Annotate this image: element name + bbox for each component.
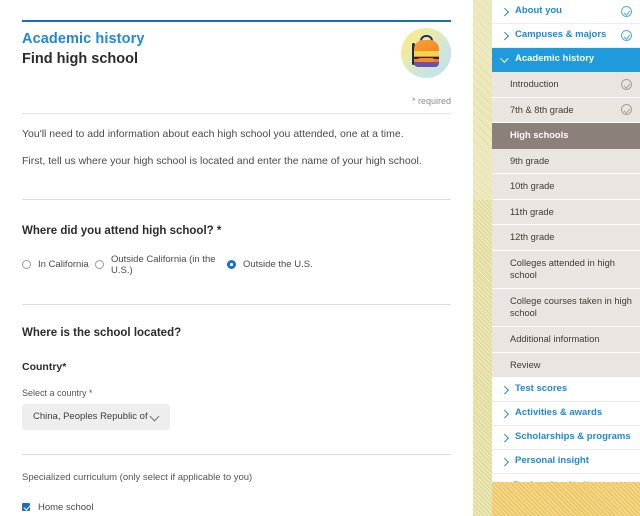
sidebar-item-10th-grade[interactable]: 10th grade xyxy=(492,174,640,200)
chevron-right-icon xyxy=(500,409,510,419)
sidebar-item-additional-information[interactable]: Additional information xyxy=(492,327,640,353)
sidebar-item-label: Activities & awards xyxy=(515,407,603,419)
sidebar-item-label: Personal insight xyxy=(515,455,589,467)
radio-label: Outside the U.S. xyxy=(243,259,313,271)
sidebar-item-review[interactable]: Review xyxy=(492,352,640,379)
sidebar-item-personal-insight[interactable]: Personal insight xyxy=(492,450,640,475)
chevron-right-icon xyxy=(500,7,510,17)
radio-label: In California xyxy=(38,259,89,271)
radio-label: Outside California (in the U.S.) xyxy=(111,253,216,276)
backpack-icon xyxy=(401,28,451,78)
checkbox-label: Home school xyxy=(38,501,94,513)
sidebar-item-high-schools[interactable]: High schools xyxy=(492,123,640,149)
radio-icon-selected[interactable] xyxy=(227,260,236,270)
sidebar-item-label: Introduction xyxy=(510,79,559,89)
sidebar-item-label: College courses taken in high school xyxy=(510,295,632,319)
check-circle-icon xyxy=(621,6,632,17)
radio-group-where-attend: In California Outside California (in the… xyxy=(22,254,451,276)
checkbox-icon-checked[interactable] xyxy=(22,502,30,511)
sidebar-item-academic-history[interactable]: Academic history xyxy=(492,48,640,72)
check-circle-icon xyxy=(621,78,632,90)
specialized-curriculum-label: Specialized curriculum (only select if a… xyxy=(22,471,253,483)
sidebar-item-label: 10th grade xyxy=(510,181,555,192)
section-eyebrow: Academic history xyxy=(22,31,145,47)
sidebar-item-label: 9th grade xyxy=(510,155,550,166)
divider-after-intro xyxy=(22,198,451,200)
sidebar-item-11th-grade[interactable]: 11th grade xyxy=(492,199,640,226)
sidebar-item-label: Additional information xyxy=(510,334,600,345)
sidebar-item-campuses-majors[interactable]: Campuses & majors xyxy=(492,24,640,48)
chevron-down-icon[interactable] xyxy=(150,412,159,421)
sidebar-item-label: 12th grade xyxy=(510,232,555,243)
sidebar-item-9th-grade[interactable]: 9th grade xyxy=(492,148,640,175)
check-circle-icon xyxy=(621,104,632,116)
chevron-right-icon xyxy=(500,433,510,443)
country-select-value: China, Peoples Republic of xyxy=(33,411,148,423)
intro-paragraph-2: First, tell us where your high school is… xyxy=(22,154,422,167)
divider-after-country xyxy=(22,453,451,455)
radio-option-outside-us[interactable]: Outside the U.S. xyxy=(227,259,313,270)
sidebar-item-label: Review xyxy=(510,359,541,370)
sidebar-item-about-you[interactable]: About you xyxy=(492,0,640,24)
radio-icon[interactable] xyxy=(95,260,104,270)
sidebar-item-activities-awards[interactable]: Activities & awards xyxy=(492,402,640,427)
intro-paragraph-1: You'll need to add information about eac… xyxy=(22,128,404,141)
sidebar-item-label: 11th grade xyxy=(510,206,554,217)
sidebar-item-scholarships-programs[interactable]: Scholarships & programs xyxy=(492,426,640,451)
chevron-right-icon xyxy=(500,31,510,41)
sidebar-item-review-submit[interactable]: Review & submit xyxy=(492,474,640,482)
radio-option-in-california[interactable]: In California xyxy=(22,259,95,270)
divider-after-radios xyxy=(22,303,451,305)
chevron-right-icon xyxy=(500,457,510,467)
sidebar-item-label: Scholarships & programs xyxy=(515,431,631,443)
sidebar-item-7th-8th-grade[interactable]: 7th & 8th grade xyxy=(492,97,640,124)
main-content: Academic history Find high school * requ… xyxy=(0,0,473,516)
sidebar-item-label: 7th & 8th grade xyxy=(510,104,574,115)
radio-icon[interactable] xyxy=(22,260,31,270)
divider-top xyxy=(22,113,451,115)
backpack-base-shape xyxy=(413,62,439,67)
question-label-where-attend: Where did you attend high school? * xyxy=(22,224,222,237)
sidebar-item-label: High schools xyxy=(510,130,569,141)
page-title: Find high school xyxy=(22,50,138,67)
sidebar-item-college-courses[interactable]: College courses taken in high school xyxy=(492,288,640,328)
sidebar-item-label: Review & submit xyxy=(513,480,632,482)
chevron-down-icon xyxy=(500,55,510,65)
sidebar-item-label: About you xyxy=(515,5,562,17)
field-label-select-country: Select a country * xyxy=(22,387,93,398)
radio-option-outside-california[interactable]: Outside California (in the U.S.) xyxy=(95,254,227,276)
sidebar-item-colleges-attended[interactable]: Colleges attended in high school xyxy=(492,250,640,289)
country-select[interactable]: China, Peoples Republic of xyxy=(22,403,170,430)
checkbox-option-home-school[interactable]: Home school xyxy=(22,502,451,513)
field-heading-country: Country* xyxy=(22,360,67,373)
backpack-badge xyxy=(401,28,451,78)
section-heading-school-location: Where is the school located? xyxy=(22,326,182,339)
backpack-stripe-shape xyxy=(413,50,439,56)
sidebar-item-label: Test scores xyxy=(515,383,568,395)
chevron-right-icon xyxy=(500,385,510,395)
sidebar-item-label: Colleges attended in high school xyxy=(510,257,615,281)
application-page: Academic history Find high school * requ… xyxy=(0,0,640,516)
left-gutter-pattern-fade xyxy=(473,0,492,200)
sidebar-item-test-scores[interactable]: Test scores xyxy=(492,378,640,403)
sidebar-item-introduction[interactable]: Introduction xyxy=(492,72,640,98)
check-circle-icon xyxy=(621,30,632,41)
title-top-rule xyxy=(22,20,451,22)
sidebar-item-label: Academic history xyxy=(515,53,595,65)
sidebar-item-label: Campuses & majors xyxy=(515,29,607,41)
required-note: * required xyxy=(411,96,451,107)
sidebar-item-12th-grade[interactable]: 12th grade xyxy=(492,225,640,251)
sidebar-navigation: About you Campuses & majors Academic his… xyxy=(492,0,640,482)
